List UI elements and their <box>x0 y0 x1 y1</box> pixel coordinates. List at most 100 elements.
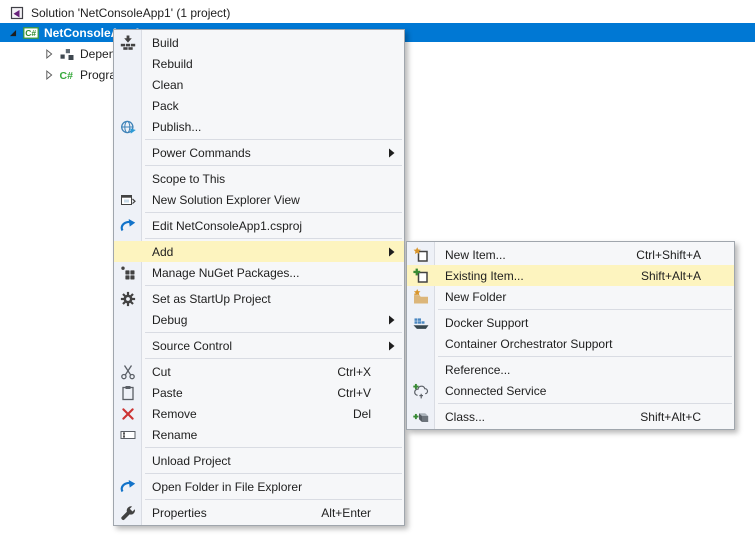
expander-collapsed-icon[interactable] <box>42 47 56 61</box>
svg-text:C#: C# <box>60 70 74 82</box>
connected-service-icon <box>413 383 429 399</box>
menu-item-label: Open Folder in File Explorer <box>152 479 302 495</box>
menu-item-shortcut: Ctrl+X <box>337 365 395 379</box>
solution-explorer-pane: Solution 'NetConsoleApp1' (1 project) C#… <box>0 0 755 546</box>
menu-item-label: Paste <box>152 385 183 401</box>
menu-item-label: Connected Service <box>445 383 546 399</box>
new-solution-explorer-view-icon <box>120 192 136 208</box>
menu-item-shortcut: Shift+Alt+C <box>640 410 725 424</box>
menu-item-properties[interactable]: PropertiesAlt+Enter <box>114 502 404 523</box>
menu-item-label: Pack <box>152 98 179 114</box>
menu-item-label: New Item... <box>445 247 506 263</box>
dependencies-icon <box>59 46 75 62</box>
menu-separator <box>145 285 402 286</box>
menu-item-scope-to-this[interactable]: Scope to This <box>114 168 404 189</box>
menu-item-rename[interactable]: Rename <box>114 424 404 445</box>
menu-item-new-item[interactable]: New Item... Ctrl+Shift+A <box>407 244 734 265</box>
menu-item-cut[interactable]: Cut Ctrl+X <box>114 361 404 382</box>
menu-item-label: Remove <box>152 406 197 422</box>
menu-item-label: Unload Project <box>152 453 231 469</box>
menu-item-new-folder[interactable]: New Folder <box>407 286 734 307</box>
menu-item-label: Clean <box>152 77 183 93</box>
paste-icon <box>120 385 136 401</box>
menu-item-new-solution-explorer-view[interactable]: New Solution Explorer View <box>114 189 404 210</box>
menu-item-paste[interactable]: Paste Ctrl+V <box>114 382 404 403</box>
menu-item-label: Existing Item... <box>445 268 524 284</box>
build-icon <box>120 35 136 51</box>
menu-item-rebuild[interactable]: Rebuild <box>114 53 404 74</box>
menu-separator <box>145 139 402 140</box>
menu-separator <box>145 473 402 474</box>
menu-separator <box>145 165 402 166</box>
project-context-menu: BuildRebuild Clean Pack Publish... Power Com… <box>113 29 405 526</box>
menu-item-unload-project[interactable]: Unload Project <box>114 450 404 471</box>
menu-item-container-orchestrator-support[interactable]: Container Orchestrator Support <box>407 333 734 354</box>
menu-item-label: Scope to This <box>152 171 225 187</box>
menu-item-label: Reference... <box>445 362 510 378</box>
menu-item-label: Cut <box>152 364 171 380</box>
menu-item-docker-support[interactable]: Docker Support <box>407 312 734 333</box>
menu-item-pack[interactable]: Pack <box>114 95 404 116</box>
menu-item-label: Docker Support <box>445 315 528 331</box>
menu-item-shortcut: Shift+Alt+A <box>641 269 725 283</box>
menu-separator <box>145 499 402 500</box>
menu-separator <box>145 238 402 239</box>
add-submenu: New Item... Ctrl+Shift+A Existing Item... S… <box>406 241 735 430</box>
existing-item-icon <box>413 268 429 284</box>
menu-item-add[interactable]: Add <box>114 241 404 262</box>
wrench-icon <box>120 505 136 521</box>
submenu-arrow-icon <box>389 341 395 350</box>
new-item-icon <box>413 247 429 263</box>
menu-item-shortcut: Ctrl+Shift+A <box>636 248 725 262</box>
menu-item-shortcut: Del <box>353 407 395 421</box>
rename-icon <box>120 427 136 443</box>
submenu-arrow-icon <box>389 148 395 157</box>
menu-item-label: Class... <box>445 409 485 425</box>
menu-item-label: Edit NetConsoleApp1.csproj <box>152 218 302 234</box>
menu-separator <box>145 212 402 213</box>
csharp-project-icon: C# <box>23 25 39 41</box>
menu-separator <box>438 309 732 310</box>
menu-item-manage-nuget-packages[interactable]: Manage NuGet Packages... <box>114 262 404 283</box>
edit-project-file-icon <box>120 218 136 234</box>
menu-item-label: Set as StartUp Project <box>152 291 271 307</box>
solution-icon <box>9 5 25 21</box>
menu-item-label: Add <box>152 244 173 260</box>
solution-root-row[interactable]: Solution 'NetConsoleApp1' (1 project) <box>0 3 230 22</box>
menu-item-power-commands[interactable]: Power Commands <box>114 142 404 163</box>
menu-item-publish[interactable]: Publish... <box>114 116 404 137</box>
menu-item-label: Properties <box>152 505 207 521</box>
menu-item-label: Source Control <box>152 338 232 354</box>
menu-item-label: Power Commands <box>152 145 251 161</box>
menu-item-class[interactable]: Class... Shift+Alt+C <box>407 406 734 427</box>
remove-icon <box>120 406 136 422</box>
menu-item-set-as-startup-project[interactable]: Set as StartUp Project <box>114 288 404 309</box>
menu-item-clean[interactable]: Clean <box>114 74 404 95</box>
submenu-arrow-icon <box>389 247 395 256</box>
class-icon <box>413 409 429 425</box>
menu-separator <box>438 403 732 404</box>
menu-item-debug[interactable]: Debug <box>114 309 404 330</box>
menu-item-connected-service[interactable]: Connected Service <box>407 380 734 401</box>
menu-item-source-control[interactable]: Source Control <box>114 335 404 356</box>
menu-separator <box>438 356 732 357</box>
menu-item-label: New Folder <box>445 289 506 305</box>
menu-item-edit-netconsoleapp1-csproj[interactable]: Edit NetConsoleApp1.csproj <box>114 215 404 236</box>
cut-icon <box>120 364 136 380</box>
menu-item-label: Manage NuGet Packages... <box>152 265 299 281</box>
menu-item-shortcut: Ctrl+V <box>337 386 395 400</box>
expander-collapsed-icon[interactable] <box>42 68 56 82</box>
open-folder-icon <box>120 479 136 495</box>
expander-expanded-icon[interactable] <box>6 26 20 40</box>
menu-item-open-folder-in-file-explorer[interactable]: Open Folder in File Explorer <box>114 476 404 497</box>
menu-item-reference[interactable]: Reference... <box>407 359 734 380</box>
menu-separator <box>145 447 402 448</box>
submenu-arrow-icon <box>389 315 395 324</box>
menu-item-build[interactable]: Build <box>114 32 404 53</box>
menu-item-remove[interactable]: Remove Del <box>114 403 404 424</box>
menu-item-label: Rename <box>152 427 197 443</box>
gear-icon <box>120 291 136 307</box>
menu-item-label: Publish... <box>152 119 201 135</box>
menu-item-existing-item[interactable]: Existing Item... Shift+Alt+A <box>407 265 734 286</box>
publish-icon <box>120 119 136 135</box>
